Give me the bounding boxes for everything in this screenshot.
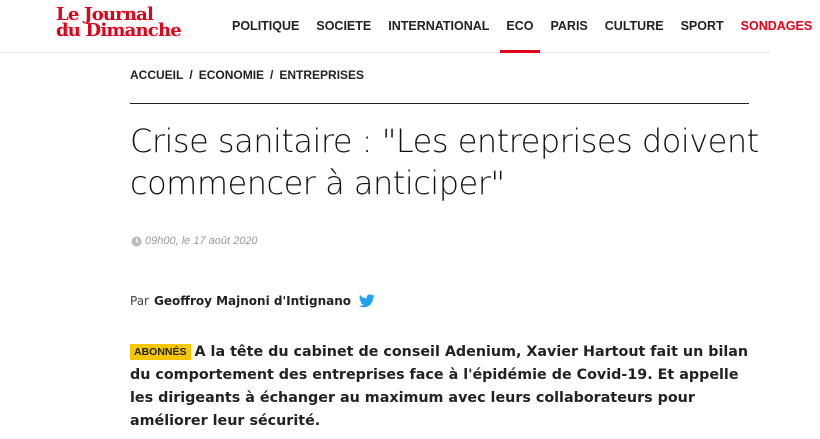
breadcrumb-entreprises[interactable]: ENTREPRISES bbox=[279, 68, 364, 82]
author-name[interactable]: Geoffroy Majnoni d'Intignano bbox=[154, 294, 351, 308]
breadcrumb-economie[interactable]: ECONOMIE bbox=[199, 68, 264, 82]
byline: Par Geoffroy Majnoni d'Intignano bbox=[130, 294, 375, 308]
nav-item-culture[interactable]: CULTURE bbox=[605, 0, 664, 52]
nav-item-eco[interactable]: ECO bbox=[500, 0, 540, 53]
article-lead-text: A la tête du cabinet de conseil Adenium,… bbox=[130, 344, 749, 429]
nav-item-societe[interactable]: SOCIETE bbox=[316, 0, 371, 52]
main-nav: POLITIQUE SOCIETE INTERNATIONAL ECO PARI… bbox=[232, 0, 813, 53]
twitter-icon[interactable] bbox=[358, 294, 375, 308]
breadcrumb: ACCUEIL / ECONOMIE / ENTREPRISES bbox=[130, 68, 364, 82]
nav-item-sondages[interactable]: SONDAGES bbox=[741, 0, 813, 52]
nav-item-international[interactable]: INTERNATIONAL bbox=[388, 0, 489, 52]
nav-item-paris[interactable]: PARIS bbox=[551, 0, 588, 52]
article-dateline: 09h00 , le 17 août 2020 bbox=[131, 235, 258, 247]
logo-line-2: du Dimanche bbox=[56, 20, 182, 41]
breadcrumb-accueil[interactable]: ACCUEIL bbox=[130, 68, 183, 82]
site-header: Le Journal du Dimanche POLITIQUE SOCIETE… bbox=[0, 0, 812, 53]
article-time: 09h00 bbox=[145, 235, 176, 247]
site-logo[interactable]: Le Journal du Dimanche bbox=[56, 6, 196, 41]
nav-item-politique[interactable]: POLITIQUE bbox=[232, 0, 299, 52]
breadcrumb-separator: / bbox=[189, 68, 193, 82]
subscriber-badge: ABONNÉS bbox=[130, 344, 191, 360]
title-divider bbox=[130, 103, 749, 104]
article-date: , le 17 août 2020 bbox=[175, 235, 258, 247]
byline-prefix: Par bbox=[130, 294, 149, 308]
article-title: Crise sanitaire : "Les entreprises doive… bbox=[130, 122, 759, 202]
nav-item-sport[interactable]: SPORT bbox=[681, 0, 724, 52]
article-lead: ABONNÉS A la tête du cabinet de conseil A… bbox=[130, 341, 755, 433]
clock-icon bbox=[131, 236, 142, 247]
breadcrumb-separator: / bbox=[270, 68, 274, 82]
